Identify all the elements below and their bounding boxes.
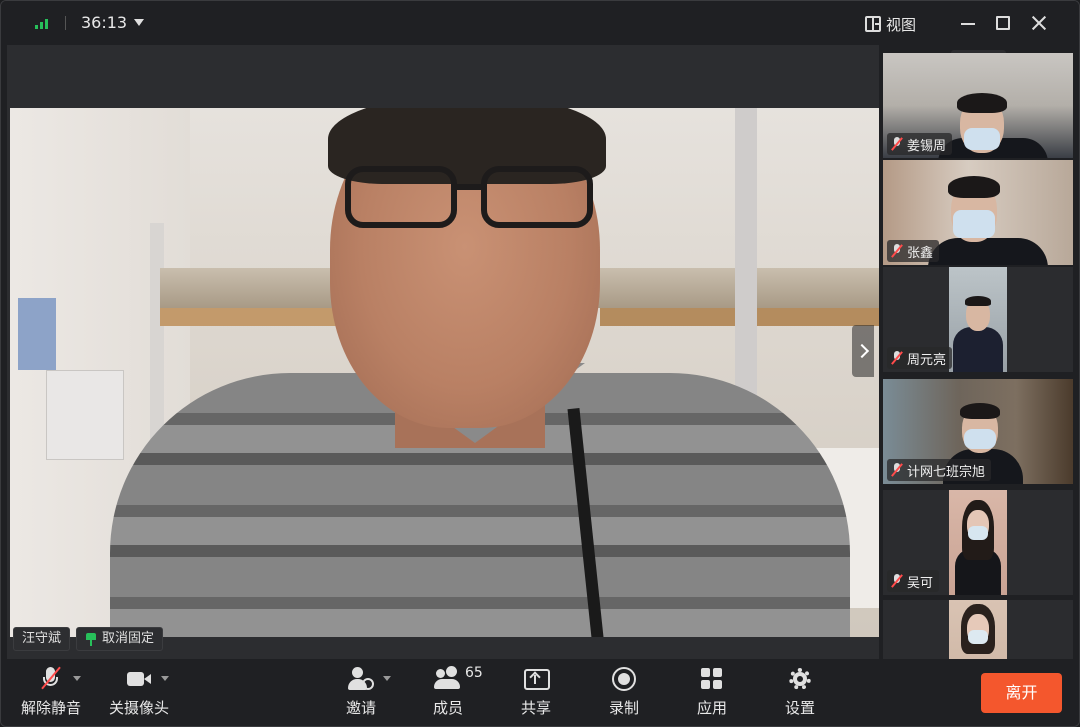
mic-muted-icon [891, 137, 903, 151]
invite-label: 邀请 [345, 699, 376, 717]
share-button[interactable]: 共享 [496, 665, 576, 721]
minimize-icon[interactable] [958, 13, 978, 33]
participant-name: 张鑫 [907, 245, 934, 261]
unmute-label: 解除静音 [20, 699, 81, 717]
participant-tile[interactable] [883, 600, 1073, 659]
maximize-icon[interactable] [993, 13, 1013, 33]
mic-muted-icon [37, 665, 65, 693]
apps-button[interactable]: 应用 [672, 665, 752, 721]
record-button[interactable]: 录制 [584, 665, 664, 721]
chevron-down-icon[interactable] [383, 676, 391, 681]
apps-grid-icon [698, 665, 726, 693]
main-video-area [7, 45, 879, 659]
participant-tile[interactable]: 张鑫 [883, 160, 1073, 265]
meeting-timer: 36:13 [81, 13, 128, 32]
participant-label: 张鑫 [887, 240, 940, 262]
unpin-button[interactable]: 取消固定 [76, 627, 164, 651]
active-speaker-video[interactable] [10, 108, 879, 637]
invite-button[interactable]: 邀请 [321, 665, 401, 721]
participant-tile[interactable]: 计网七班宗旭 [883, 379, 1073, 484]
meeting-window: 36:13 视图 汪守斌 取消固定 姜锡周 张鑫 周元亮 计网七班宗旭 吴可 解… [0, 0, 1080, 727]
meeting-toolbar: 解除静音 关摄像头 邀请 65 成员 共享 录制 应用 设置 离开 [1, 659, 1079, 726]
layout-icon [865, 16, 881, 32]
participant-label: 姜锡周 [887, 133, 953, 155]
next-page-arrow-icon[interactable] [852, 325, 874, 377]
settings-label: 设置 [784, 699, 815, 717]
chevron-down-icon[interactable] [134, 19, 144, 26]
participant-label: 计网七班宗旭 [887, 459, 992, 481]
mic-muted-icon [891, 574, 903, 588]
divider [65, 16, 66, 30]
participant-tile[interactable]: 吴可 [883, 490, 1073, 595]
view-button[interactable]: 视图 [865, 12, 916, 36]
members-count: 65 [465, 665, 483, 681]
members-icon: 65 [434, 665, 483, 693]
participant-name: 周元亮 [907, 352, 947, 368]
participant-tile[interactable]: 姜锡周 [883, 53, 1073, 158]
chevron-down-icon[interactable] [73, 676, 81, 681]
participant-gallery: 姜锡周 张鑫 周元亮 计网七班宗旭 吴可 [881, 45, 1077, 659]
members-label: 成员 [432, 699, 463, 717]
participant-tile[interactable]: 周元亮 [883, 267, 1073, 372]
chevron-down-icon[interactable] [161, 676, 169, 681]
pin-icon [85, 632, 97, 646]
record-icon [610, 665, 638, 693]
camera-label: 关摄像头 [108, 699, 169, 717]
view-label: 视图 [886, 15, 917, 34]
title-bar: 36:13 视图 [1, 1, 1079, 45]
participant-label: 吴可 [887, 570, 940, 592]
camera-icon [125, 665, 153, 693]
share-label: 共享 [520, 699, 551, 717]
participant-name: 吴可 [907, 575, 934, 591]
participant-name: 姜锡周 [907, 138, 947, 154]
unmute-button[interactable]: 解除静音 [11, 665, 91, 721]
mic-muted-icon [891, 351, 903, 365]
record-label: 录制 [608, 699, 639, 717]
close-icon[interactable] [1029, 13, 1049, 33]
leave-button[interactable]: 离开 [981, 673, 1062, 713]
signal-strength-icon[interactable] [35, 17, 51, 29]
settings-button[interactable]: 设置 [760, 665, 840, 721]
speaker-name-tag: 汪守斌 [13, 627, 71, 651]
add-user-icon [347, 665, 375, 693]
share-screen-icon [522, 665, 550, 693]
gear-icon [786, 665, 814, 693]
participant-name: 计网七班宗旭 [907, 464, 986, 480]
apps-label: 应用 [696, 699, 727, 717]
unpin-label: 取消固定 [102, 631, 155, 646]
participant-label: 周元亮 [887, 347, 953, 369]
camera-off-button[interactable]: 关摄像头 [99, 665, 179, 721]
members-button[interactable]: 65 成员 [408, 665, 488, 721]
mic-muted-icon [891, 244, 903, 258]
mic-muted-icon [891, 463, 903, 477]
